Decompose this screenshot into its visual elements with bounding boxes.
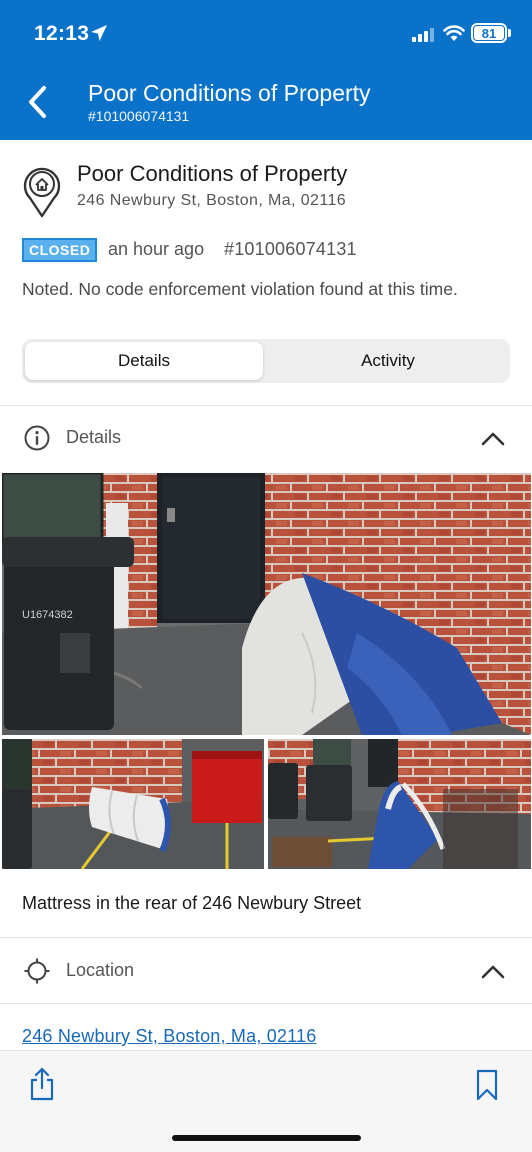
bookmark-icon[interactable] xyxy=(476,1069,498,1101)
mattress-alley-photo[interactable]: U1674382 xyxy=(2,473,531,735)
status-time: 12:13 xyxy=(34,22,90,45)
crosshair-icon xyxy=(24,958,50,984)
cellular-signal-icon xyxy=(412,28,434,42)
location-section-header[interactable]: Location xyxy=(0,941,532,1001)
battery-nub xyxy=(508,29,511,37)
details-section-header[interactable]: Details xyxy=(0,406,532,466)
request-address: 246 Newbury St, Boston, Ma, 02116 xyxy=(77,192,347,209)
location-section-label: Location xyxy=(66,960,135,980)
wifi-icon xyxy=(443,25,465,41)
location-arrow-icon xyxy=(91,25,107,41)
chevron-up-icon[interactable] xyxy=(481,432,505,446)
bottom-toolbar xyxy=(0,1050,532,1152)
mattress-wall-photo[interactable] xyxy=(268,739,531,869)
svg-text:U1674382: U1674382 xyxy=(22,609,73,621)
header-title: Poor Conditions of Property xyxy=(88,80,371,106)
request-description: Mattress in the rear of 246 Newbury Stre… xyxy=(22,893,362,913)
divider xyxy=(0,1003,532,1004)
battery-level: 81 xyxy=(474,26,504,41)
location-address-link[interactable]: 246 Newbury St, Boston, Ma, 02116 xyxy=(22,1026,316,1047)
request-id: #101006074131 xyxy=(224,239,357,259)
home-indicator xyxy=(172,1135,361,1141)
divider xyxy=(0,937,532,938)
app-header: 12:13 81 Poor Conditions of Property #10… xyxy=(0,0,532,140)
map-pin-home-icon xyxy=(23,167,61,218)
request-title: Poor Conditions of Property xyxy=(77,161,348,186)
mattress-bins-photo[interactable] xyxy=(2,739,264,869)
header-request-id: #101006074131 xyxy=(88,108,190,124)
chevron-up-icon[interactable] xyxy=(481,965,505,979)
tab-activity[interactable]: Activity xyxy=(269,342,507,380)
back-button[interactable] xyxy=(20,82,56,122)
details-section-label: Details xyxy=(66,427,122,447)
battery-icon: 81 xyxy=(471,23,507,43)
time-ago: an hour ago xyxy=(108,239,205,259)
resolution-note: Noted. No code enforcement violation fou… xyxy=(22,279,458,299)
info-icon xyxy=(24,425,50,451)
status-bar: 12:13 81 xyxy=(0,0,532,70)
status-badge: CLOSED xyxy=(22,238,98,262)
share-icon[interactable] xyxy=(28,1067,56,1101)
tab-segmented-control: Details Activity xyxy=(22,339,510,383)
tab-details[interactable]: Details xyxy=(25,342,263,380)
